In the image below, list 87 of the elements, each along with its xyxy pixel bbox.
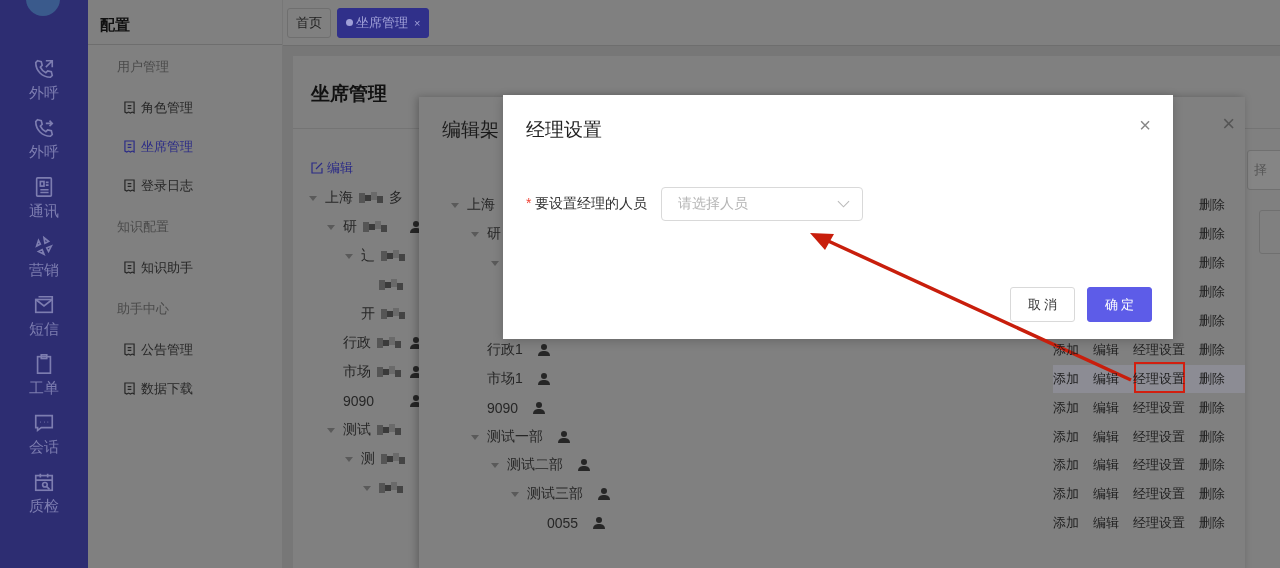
delete-link[interactable]: 删除	[1199, 225, 1245, 244]
delete-link[interactable]: 删除	[1199, 485, 1245, 504]
tree-node-label[interactable]: 多	[389, 188, 403, 207]
manager-link[interactable]: 经理设置	[1133, 398, 1199, 417]
delete-link[interactable]: 删除	[1199, 283, 1245, 302]
document-icon	[124, 343, 135, 356]
document-icon	[124, 179, 135, 192]
edit-link[interactable]: 编辑	[1093, 340, 1133, 359]
submenu-item[interactable]: 数据下载	[88, 369, 282, 408]
delete-link[interactable]: 删除	[1199, 254, 1245, 273]
add-link[interactable]: 添加	[1053, 485, 1093, 504]
tree-node-label[interactable]: 开	[361, 304, 375, 323]
add-link[interactable]: 添加	[1053, 514, 1093, 533]
manager-link[interactable]: 经理设置	[1133, 485, 1199, 504]
add-link[interactable]: 添加	[1053, 427, 1093, 446]
manager-link[interactable]: 经理设置	[1133, 456, 1199, 475]
edit-link[interactable]: 编辑	[1093, 398, 1133, 417]
submenu-item[interactable]: 登录日志	[88, 166, 282, 205]
tree-node-label[interactable]: 上海	[325, 188, 353, 207]
edit-link[interactable]: 编辑	[1093, 485, 1133, 504]
delete-link[interactable]: 删除	[1199, 456, 1245, 475]
submenu-item[interactable]: 角色管理	[88, 88, 282, 127]
page-tab[interactable]: 首页	[287, 7, 331, 38]
edit-link[interactable]: 编辑	[1093, 514, 1133, 533]
manager-link[interactable]: 经理设置	[1133, 514, 1199, 533]
delete-link[interactable]: 删除	[1199, 196, 1245, 215]
nav-label[interactable]: 工单	[29, 379, 59, 398]
chat-icon	[33, 412, 55, 434]
submenu-title: 配置	[88, 0, 282, 45]
nav-label[interactable]: 会话	[29, 438, 59, 457]
delete-link[interactable]: 删除	[1199, 398, 1245, 417]
tree-node-label[interactable]: 研	[343, 217, 357, 236]
delete-link[interactable]: 删除	[1199, 514, 1245, 533]
page-tab[interactable]: 坐席管理 ×	[337, 7, 430, 38]
nav-label[interactable]: 短信	[29, 320, 59, 339]
document-icon	[124, 140, 135, 153]
pinwheel-icon	[33, 235, 55, 257]
edit-link[interactable]: 编辑	[1093, 427, 1133, 446]
edit-link[interactable]: 编辑	[1093, 369, 1133, 388]
tree-node-label[interactable]: 测试	[343, 420, 371, 439]
tree-node-label[interactable]: 市场1	[487, 369, 523, 388]
submenu-item[interactable]: 知识助手	[88, 248, 282, 287]
document-icon	[124, 382, 135, 395]
cancel-button[interactable]: 取 消	[1010, 287, 1075, 322]
tree-node-label[interactable]: 测试一部	[487, 427, 543, 446]
manager-link[interactable]: 经理设置	[1133, 427, 1199, 446]
nav-label[interactable]: 外呼	[29, 84, 59, 103]
tree-node-label[interactable]: 研	[487, 225, 501, 244]
field-label: * 要设置经理的人员	[526, 195, 648, 213]
tree-node-label[interactable]: 测试二部	[507, 456, 563, 475]
delete-link[interactable]: 删除	[1199, 427, 1245, 446]
tree-node-label[interactable]: 行政1	[487, 340, 523, 359]
tree-node-label[interactable]: 辶	[361, 246, 375, 265]
edit-link[interactable]: 编辑	[1093, 456, 1133, 475]
delete-link[interactable]: 删除	[1199, 369, 1245, 388]
tree-node-label[interactable]: 上海	[467, 196, 495, 215]
nav-label[interactable]: 营销	[29, 261, 59, 280]
select-field[interactable]: 请选择人员	[661, 187, 864, 221]
tree-node-label[interactable]: 测	[361, 449, 375, 468]
tree-node-label[interactable]: 测试三部	[527, 485, 583, 504]
nav-label[interactable]: 外呼	[29, 143, 59, 162]
phone-out-icon	[33, 58, 55, 80]
contacts-icon	[33, 176, 55, 198]
submenu-item[interactable]: 公告管理	[88, 330, 282, 369]
tree-node-label[interactable]: 9090	[343, 392, 375, 409]
document-icon	[124, 261, 135, 274]
mail-icon	[33, 294, 55, 316]
delete-link[interactable]: 删除	[1199, 340, 1245, 359]
submenu-item[interactable]: 坐席管理	[88, 127, 282, 166]
add-link[interactable]: 添加	[1053, 456, 1093, 475]
confirm-button[interactable]: 确 定	[1087, 287, 1152, 322]
add-link[interactable]: 添加	[1053, 369, 1093, 388]
phone-forward-icon	[33, 117, 55, 139]
tree-node-label[interactable]: 0055	[547, 515, 579, 532]
document-icon	[124, 101, 135, 114]
nav-label[interactable]: 质检	[29, 497, 59, 516]
delete-link[interactable]: 删除	[1199, 312, 1245, 330]
tree-node-label[interactable]: 市场	[343, 362, 371, 381]
chevron-down-icon	[837, 200, 851, 208]
calendar-icon	[33, 471, 55, 493]
edit-icon	[311, 162, 323, 174]
nav-label[interactable]: 通讯	[29, 202, 59, 221]
edit-link[interactable]: 编辑	[311, 159, 353, 177]
add-link[interactable]: 添加	[1053, 398, 1093, 417]
tree-node-label[interactable]: 9090	[487, 399, 519, 416]
manager-link[interactable]: 经理设置	[1133, 340, 1199, 359]
tree-node-label[interactable]: 行政	[343, 333, 371, 352]
